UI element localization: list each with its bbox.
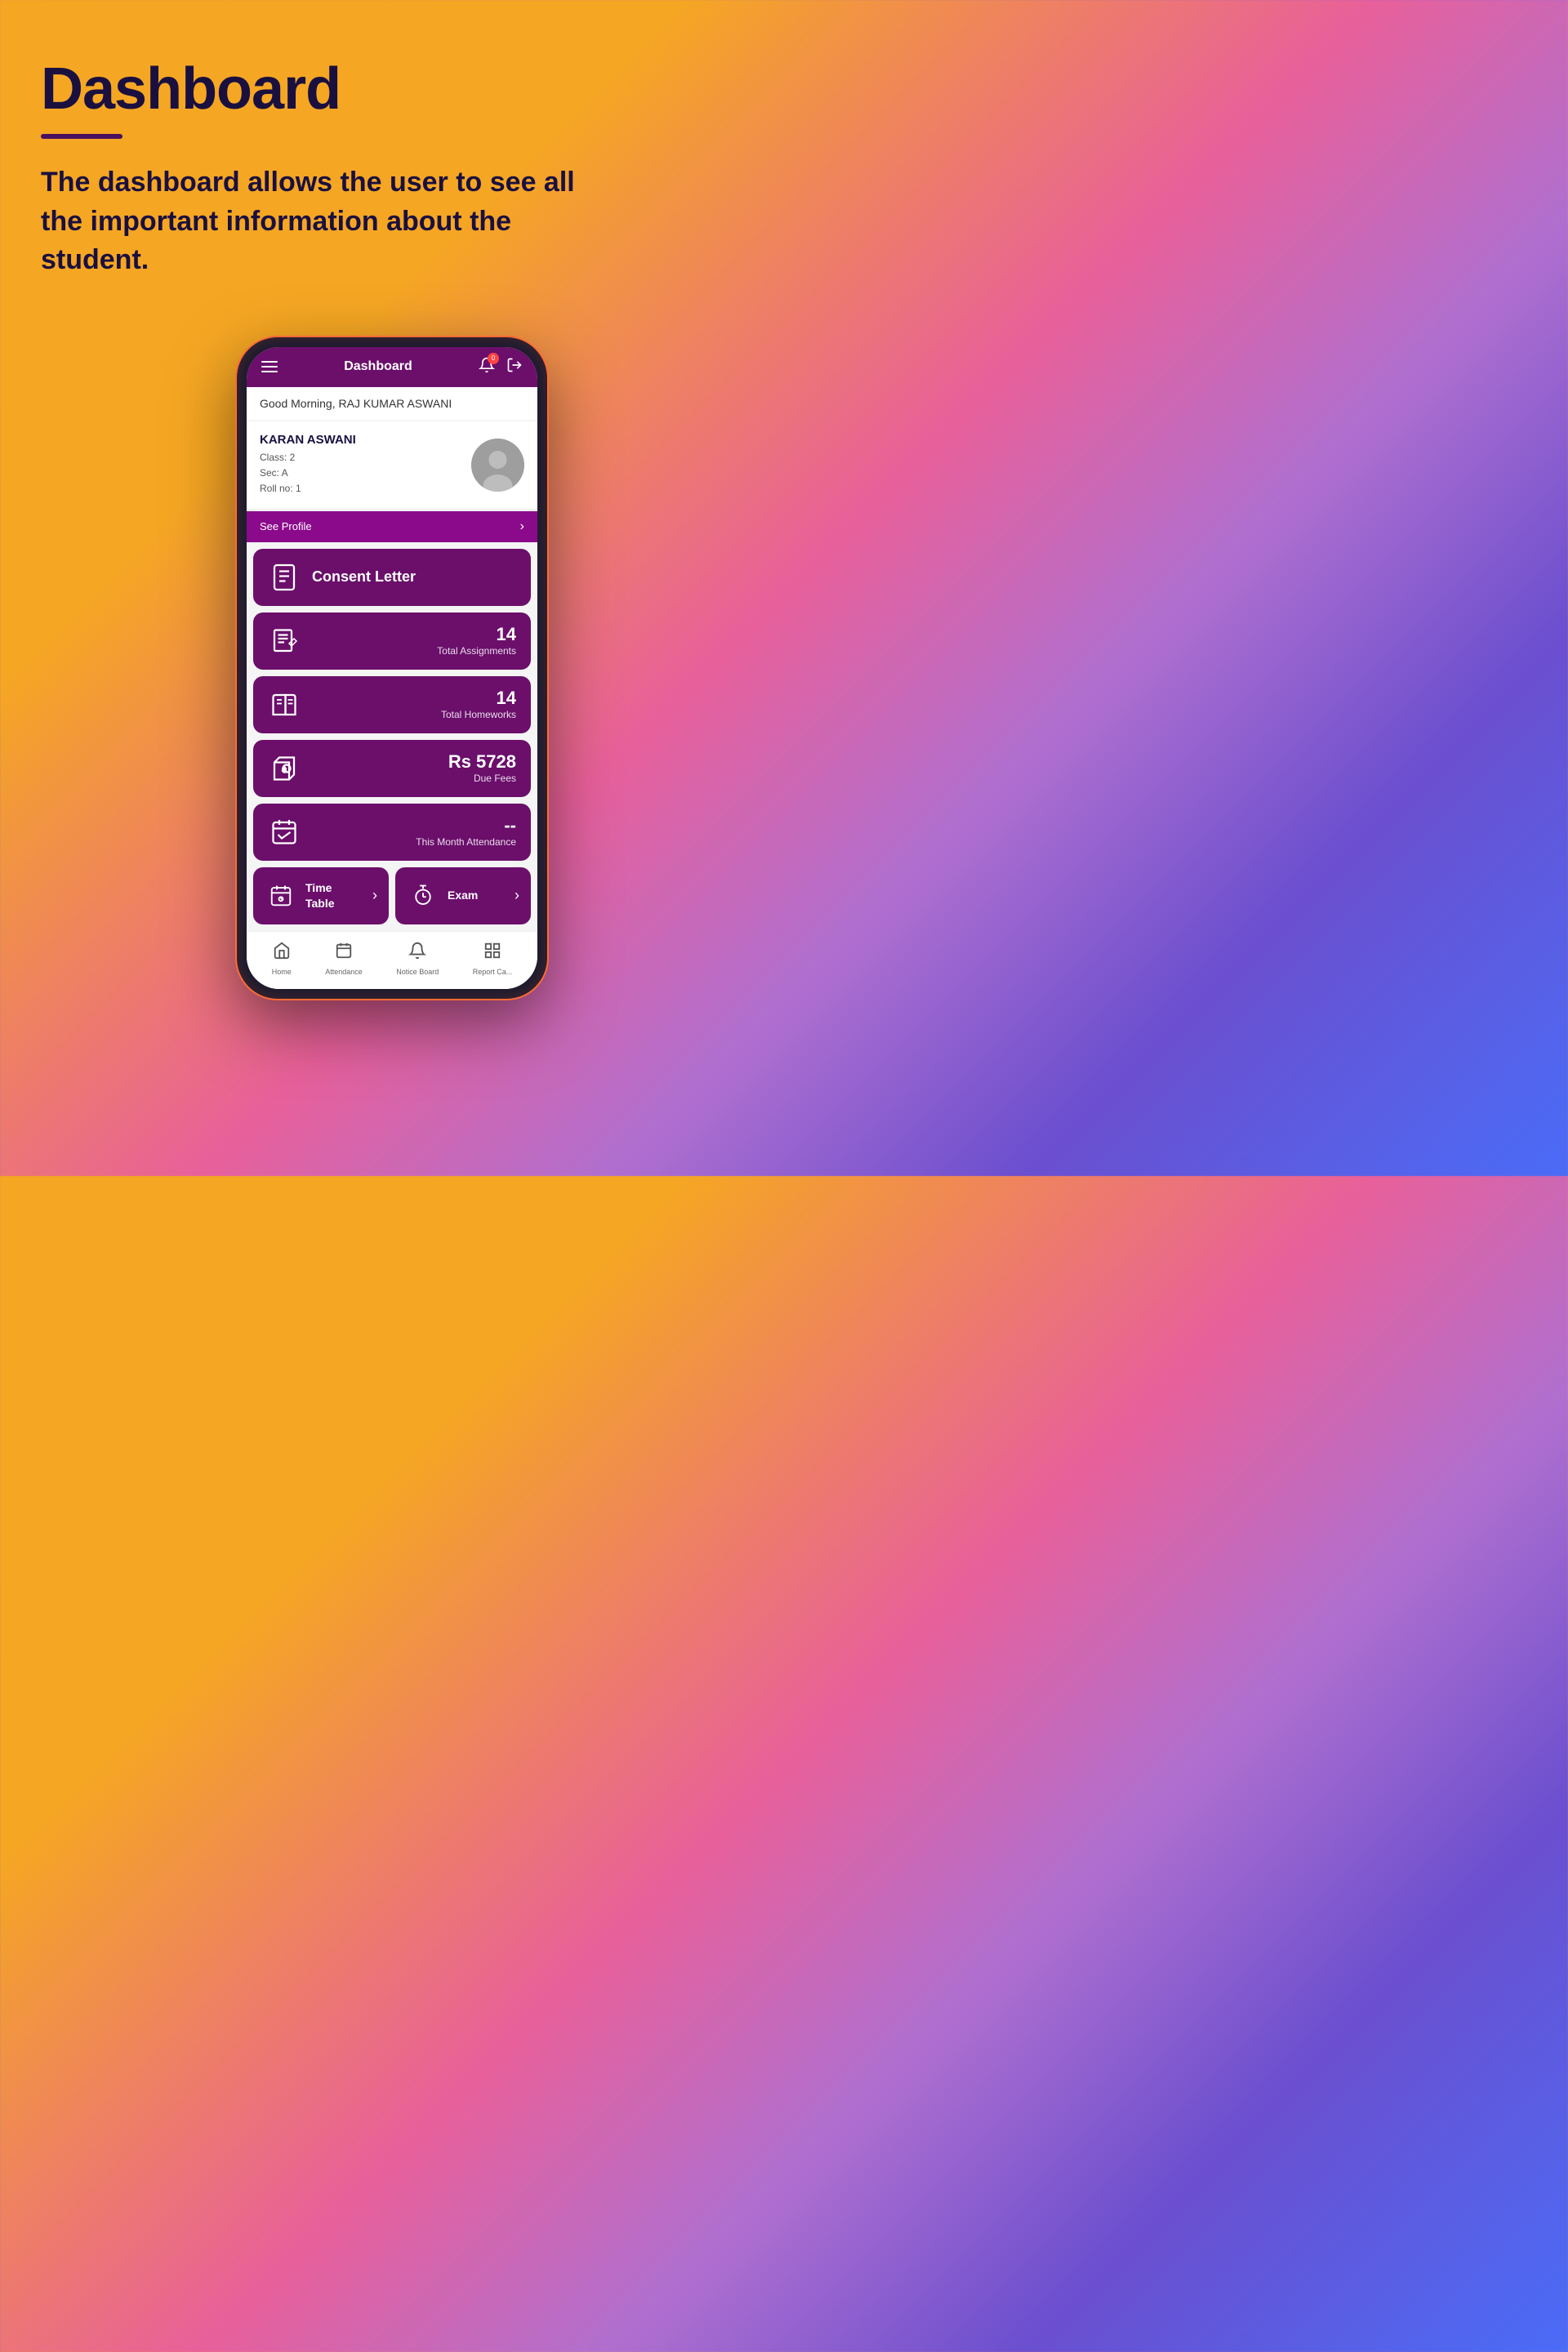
timetable-icon (265, 884, 297, 908)
attendance-nav-icon (335, 942, 353, 964)
home-nav-icon (273, 942, 291, 964)
homeworks-item[interactable]: 14 Total Homeworks (253, 676, 531, 733)
header-icons: 0 (479, 357, 523, 377)
homeworks-right: 14 Total Homeworks (441, 689, 516, 720)
logout-icon[interactable] (506, 357, 523, 377)
assignments-left (268, 626, 301, 656)
see-profile-button[interactable]: See Profile › (247, 511, 537, 542)
attendance-left (268, 817, 301, 847)
fees-right: Rs 5728 Due Fees (448, 753, 516, 784)
notification-badge: 0 (488, 353, 499, 364)
see-profile-arrow: › (520, 519, 524, 534)
nav-attendance-label: Attendance (325, 968, 363, 976)
greeting-bar: Good Morning, RAJ KUMAR ASWANI (247, 387, 537, 420)
exam-icon (407, 884, 439, 908)
exam-label: Exam (448, 888, 478, 902)
page-wrapper: Dashboard The dashboard allows the user … (0, 0, 784, 1176)
consent-letter-left: Consent Letter (268, 563, 416, 592)
homeworks-sublabel: Total Homeworks (441, 709, 516, 720)
app-title: Dashboard (344, 359, 412, 374)
menu-list: Consent Letter (247, 542, 537, 867)
student-card: KARAN ASWANI Class: 2 Sec: A Roll no: 1 (247, 421, 537, 510)
notice-nav-icon (408, 942, 426, 964)
attendance-icon (268, 817, 301, 847)
hamburger-menu-icon[interactable] (261, 361, 278, 372)
nav-home[interactable]: Home (272, 942, 292, 976)
student-section: Sec: A (260, 466, 356, 481)
phone-screen: Dashboard 0 (247, 347, 537, 989)
student-class: Class: 2 (260, 450, 356, 466)
timetable-arrow: › (372, 887, 377, 904)
header-section: Dashboard The dashboard allows the user … (41, 33, 743, 329)
title-underline (41, 134, 122, 139)
nav-notice-label: Notice Board (396, 968, 439, 976)
report-nav-icon (483, 942, 501, 964)
homeworks-number: 14 (441, 689, 516, 707)
phone-wrapper: Dashboard 0 (41, 337, 743, 999)
attendance-sublabel: This Month Attendance (416, 836, 516, 848)
exam-arrow: › (514, 887, 519, 904)
nav-report-label: Report Ca... (473, 968, 513, 976)
fees-sublabel: Due Fees (448, 773, 516, 784)
nav-home-label: Home (272, 968, 292, 976)
assignments-item[interactable]: 14 Total Assignments (253, 612, 531, 670)
consent-letter-item[interactable]: Consent Letter (253, 549, 531, 606)
nav-notice[interactable]: Notice Board (396, 942, 439, 976)
app-header: Dashboard 0 (247, 347, 537, 387)
student-avatar (471, 439, 524, 492)
student-roll: Roll no: 1 (260, 481, 356, 497)
notification-icon[interactable]: 0 (479, 357, 495, 377)
greeting-text: Good Morning, RAJ KUMAR ASWANI (260, 397, 452, 410)
exam-left: Exam (407, 884, 478, 908)
attendance-number: -- (416, 817, 516, 835)
exam-item[interactable]: Exam › (395, 867, 531, 924)
page-title: Dashboard (41, 57, 743, 122)
student-info: KARAN ASWANI Class: 2 Sec: A Roll no: 1 (260, 433, 356, 497)
nav-report[interactable]: Report Ca... (473, 942, 513, 976)
attendance-right: -- This Month Attendance (416, 817, 516, 848)
fees-number: Rs 5728 (448, 753, 516, 771)
homeworks-icon (268, 690, 301, 719)
fees-icon: $ (268, 754, 301, 783)
student-name: KARAN ASWANI (260, 433, 356, 447)
consent-letter-label: Consent Letter (312, 568, 416, 586)
fees-left: $ (268, 754, 301, 783)
assignments-icon (268, 626, 301, 656)
assignments-number: 14 (437, 626, 516, 644)
timetable-item[interactable]: TimeTable › (253, 867, 389, 924)
bottom-row: TimeTable › (253, 867, 531, 924)
phone-outer: Dashboard 0 (237, 337, 547, 999)
fees-item[interactable]: $ Rs 5728 Due Fees (253, 740, 531, 797)
homeworks-left (268, 690, 301, 719)
attendance-item[interactable]: -- This Month Attendance (253, 804, 531, 861)
see-profile-label: See Profile (260, 520, 312, 532)
assignments-right: 14 Total Assignments (437, 626, 516, 657)
consent-letter-icon (268, 563, 301, 592)
bottom-nav: Home Attendance (247, 931, 537, 989)
nav-attendance[interactable]: Attendance (325, 942, 363, 976)
timetable-left: TimeTable (265, 880, 335, 910)
page-description: The dashboard allows the user to see all… (41, 163, 612, 280)
assignments-sublabel: Total Assignments (437, 645, 516, 657)
timetable-label: TimeTable (305, 880, 335, 910)
